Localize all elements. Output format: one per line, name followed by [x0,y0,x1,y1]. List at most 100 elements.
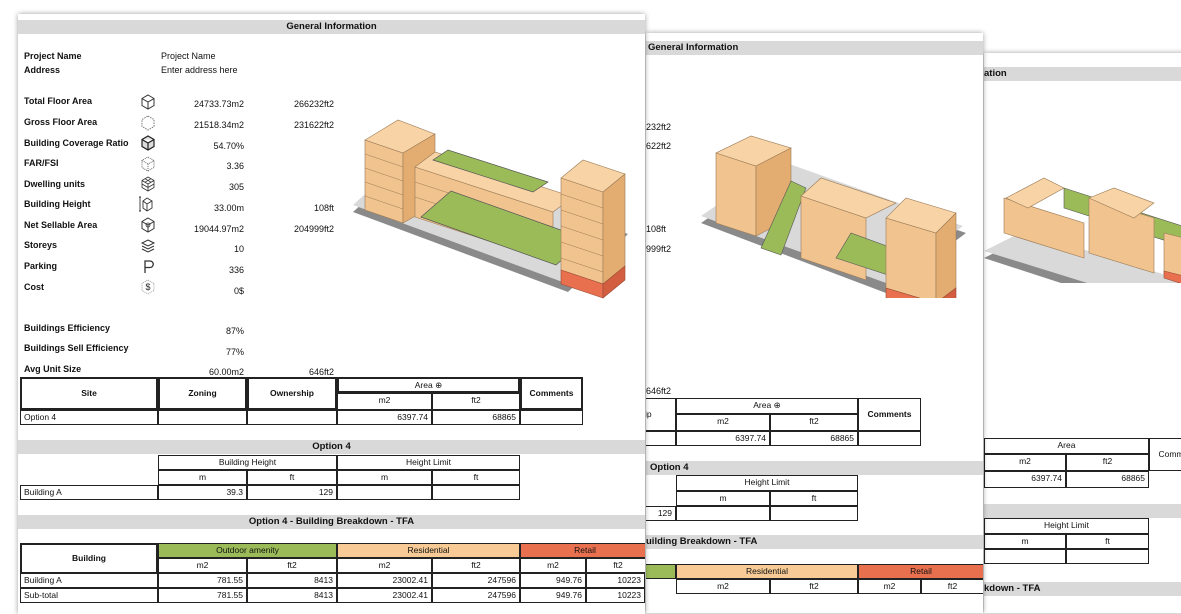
metric-m-storeys: 10 [233,244,244,254]
height-limit-ft-value[interactable] [432,485,520,500]
ownership-cell[interactable] [247,410,337,425]
subtotal-t-ft2: 10223 [586,588,645,603]
comments-cell[interactable] [520,410,583,425]
ownership-header: Ownership [247,377,337,410]
building-massing-3d-view [984,177,1181,283]
metric-m-dwelling: 305 [228,182,244,192]
layers-icon [140,239,156,253]
height-m-value: 39.3 [158,485,247,500]
project-name-value[interactable]: Project Name [161,50,216,62]
area-ft2-value-2: 68865 [770,431,858,446]
area-m2-value-3: 6397.74 [984,471,1066,488]
breakdown-row-r-m2: 23002.41 [337,573,432,588]
height-building-name: Building A [20,485,158,500]
area-ft2-header: ft2 [432,393,520,410]
metric-label-gfa: Gross Floor Area [24,117,98,127]
subtotal-t-m2: 949.76 [520,588,586,603]
buildings-efficiency-label: Buildings Efficiency [24,323,111,333]
subtotal-r-m2: 23002.41 [337,588,432,603]
site-option-cell: Option 4 [20,410,158,425]
section-header-breakdown-3: kdown - TFA [984,582,1181,596]
metric-label-nsa: Net Sellable Area [24,220,98,230]
area-m2-cell: 6397.74 [337,410,432,425]
height-limit-header-3: Height Limit [984,518,1149,534]
area-m2-value-2: 6397.74 [676,431,770,446]
hl-m-header: m [337,470,432,485]
breakdown-row-t-ft2: 10223 [586,573,645,588]
outdoor-header-partial [646,564,676,579]
o-ft2-header: ft2 [247,558,337,573]
area-ft2-cell: 68865 [432,410,520,425]
section-header-option: Option 4 [646,461,983,475]
metric-m-bcr: 54.70% [213,141,244,151]
buildings-sell-efficiency-label: Buildings Sell Efficiency [24,343,129,353]
height-m-value-2 [676,506,770,521]
ft2-header-2: ft2 [770,414,858,431]
area-header: Area ⊕ [337,377,520,393]
metric-label-cost: Cost [24,282,44,292]
comments-value-2 [858,431,921,446]
metric-m-gfa: 21518.34m2 [193,120,244,130]
height-ft-header-2: ft [770,491,858,506]
metric-label-parking: Parking [24,261,58,271]
residential-header-2: Residential [676,564,858,579]
retail-header: Retail [520,543,645,558]
height-limit-header-2: Height Limit [676,475,858,491]
building-massing-3d-view [701,135,966,298]
gfa-ft2-partial: 622ft2 [646,141,672,151]
retail-header-2: Retail [858,564,983,579]
avg-unit-size-label: Avg Unit Size [24,364,82,374]
metric-label-tfa: Total Floor Area [24,96,93,106]
metric-label-bcr: Building Coverage Ratio [24,138,129,148]
height-limit-header: Height Limit [337,455,520,470]
comments-header-2: Comments [858,398,921,431]
r-ft2-header: ft2 [432,558,520,573]
metric-m-height: 33.00m [213,203,244,213]
breakdown-row-o-m2: 781.55 [158,573,247,588]
svg-text:$: $ [145,282,150,292]
report-sheet-1[interactable]: General Information Project Name Project… [18,14,645,614]
height-m-header-2: m [676,491,770,506]
height-m-header-3: m [984,534,1066,549]
height-ft-value-2 [770,506,858,521]
report-sheet-3[interactable]: ation Area Comments m2 ft2 6397.74 68865… [984,53,1181,613]
zoning-cell[interactable] [158,410,247,425]
height-ft-partial: 108ft [646,224,667,234]
subtotal-row-name: Sub-total [20,588,158,603]
area-header-3: Area [984,438,1149,454]
ft2-header-3: ft2 [1066,454,1149,471]
parking-icon [144,260,154,273]
metric-label-far: FAR/FSI [24,158,59,168]
metric-m-tfa: 24733.73m2 [193,99,244,109]
metric-ft-height: 108ft [313,203,334,213]
address-value[interactable]: Enter address here [161,64,238,76]
nsa-ft2-partial: 999ft2 [646,244,672,254]
area-settings-icon[interactable]: ⊕ [774,400,781,410]
height-limit-m-value[interactable] [337,485,432,500]
zoning-header: Zoning [158,377,247,410]
subtotal-o-ft2: 8413 [247,588,337,603]
metric-ft-nsa: 204999ft2 [293,224,334,234]
report-sheet-2[interactable]: General Information 232ft2 622ft2 108ft … [646,33,983,613]
ret-ft2-header-2: ft2 [921,579,983,594]
grid-cube-icon [141,176,155,192]
metric-m-nsa: 19044.97m2 [193,224,244,234]
breakdown-row-t-m2: 949.76 [520,573,586,588]
subtotal-r-ft2: 247596 [432,588,520,603]
tfa-ft2-partial: 232ft2 [646,122,672,132]
metric-m-cost: 0$ [233,286,244,296]
o-m2-header: m2 [158,558,247,573]
cube-coverage-icon [141,135,155,151]
site-cell-partial [646,431,676,446]
metric-label-height: Building Height [24,199,91,209]
cube-dotted-icon [141,156,155,172]
site-header-partial: ip [646,398,676,431]
height-ft-value-3 [1066,549,1149,564]
area-settings-icon[interactable]: ⊕ [435,380,442,390]
site-header: Site [20,377,158,410]
breakdown-row-r-ft2: 247596 [432,573,520,588]
section-header-option-3 [984,504,1181,518]
res-ft2-header-2: ft2 [770,579,858,594]
cube-icon [141,94,155,110]
breakdown-row-o-ft2: 8413 [247,573,337,588]
